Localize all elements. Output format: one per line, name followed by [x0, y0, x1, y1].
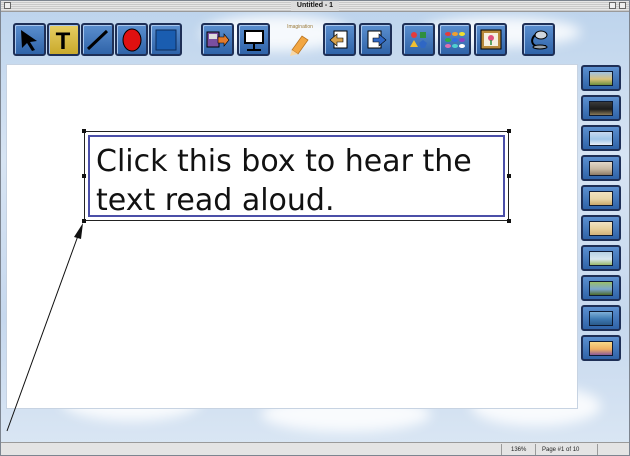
thumbnail-image — [589, 131, 613, 146]
thumbnail-image — [589, 251, 613, 266]
thumb-building[interactable] — [581, 155, 621, 181]
pointer-arrow — [6, 223, 83, 432]
zoom-level[interactable]: 136% — [511, 445, 526, 455]
thumb-park[interactable] — [581, 65, 621, 91]
page-indicator[interactable]: Page #1 of 10 — [542, 445, 579, 455]
thumb-garden[interactable] — [581, 245, 621, 271]
app-window: Untitled - 1 T Imagination Click this bo… — [0, 0, 630, 456]
thumbnail-image — [589, 311, 613, 326]
thumbnail-image — [589, 161, 613, 176]
thumb-sky[interactable] — [581, 125, 621, 151]
thumbnail-image — [589, 101, 613, 116]
thumb-room[interactable] — [581, 185, 621, 211]
thumbnail-image — [589, 71, 613, 86]
thumbnail-image — [589, 221, 613, 236]
thumb-tree[interactable] — [581, 275, 621, 301]
thumb-interior[interactable] — [581, 215, 621, 241]
thumbnail-image — [589, 191, 613, 206]
thumbnail-image — [589, 341, 613, 356]
thumbnail-image — [589, 281, 613, 296]
page-thumbnail-panel — [581, 65, 621, 365]
thumb-sunset[interactable] — [581, 335, 621, 361]
status-bar: 136% Page #1 of 10 — [1, 442, 629, 455]
thumb-ocean[interactable] — [581, 305, 621, 331]
thumb-night[interactable] — [581, 95, 621, 121]
